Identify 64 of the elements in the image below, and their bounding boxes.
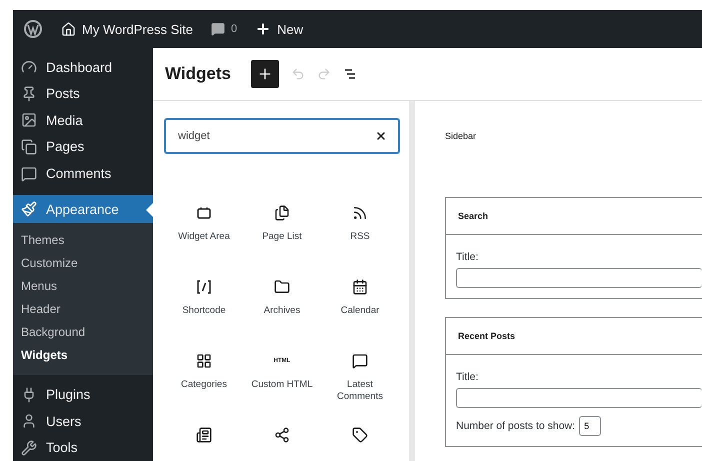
- block-icon: [352, 205, 368, 221]
- menu-item[interactable]: Media: [13, 107, 153, 134]
- comments-link[interactable]: 0: [211, 22, 238, 36]
- menu-icon: [21, 59, 37, 76]
- widget-header[interactable]: Recent Posts: [446, 318, 702, 355]
- new-link[interactable]: New: [255, 21, 304, 37]
- block-item[interactable]: Shortcode: [165, 279, 243, 335]
- menu-icon: [21, 201, 37, 218]
- field-label: Number of posts to show:: [456, 420, 576, 432]
- comment-icon: [211, 22, 226, 36]
- add-block-button[interactable]: [250, 60, 279, 88]
- menu-icon: [21, 86, 37, 102]
- block-icon: [196, 353, 212, 369]
- submenu-item[interactable]: Widgets: [13, 344, 153, 368]
- block-item[interactable]: RSS: [321, 205, 399, 261]
- plus-icon: [255, 21, 272, 37]
- widget-area-icon: [196, 205, 212, 221]
- block-item[interactable]: Categories: [165, 353, 243, 409]
- menu-item[interactable]: Comments: [13, 160, 153, 187]
- widget-area-title: Sidebar: [445, 131, 478, 141]
- block-icon: [196, 427, 212, 443]
- block-icon: [274, 279, 290, 295]
- block-item[interactable]: Archives: [243, 279, 321, 335]
- logo-icon[interactable]: [23, 19, 43, 39]
- menu-icon: [21, 440, 37, 456]
- block-search-input[interactable]: widget: [165, 119, 399, 153]
- menu-item[interactable]: Tools: [13, 434, 153, 461]
- menu-icon: [21, 138, 37, 155]
- menu-icon: [21, 166, 37, 182]
- title-field[interactable]: [456, 268, 702, 288]
- menu-item[interactable]: Posts: [13, 80, 153, 108]
- number-field[interactable]: 5: [579, 416, 602, 436]
- page-title: Widgets: [165, 64, 231, 84]
- menu-item[interactable]: Pages: [13, 134, 153, 160]
- plus-icon: [256, 66, 273, 82]
- shortcode-icon: [196, 279, 212, 295]
- widget-header[interactable]: Search: [446, 198, 702, 235]
- block-item[interactable]: Calendar: [321, 279, 399, 335]
- menu-item[interactable]: Users: [13, 408, 153, 434]
- submenu-item[interactable]: Header: [13, 298, 153, 322]
- menu-icon: [21, 112, 37, 128]
- list-view-button[interactable]: [342, 67, 357, 81]
- block-icon: [352, 353, 368, 369]
- menu-item[interactable]: Appearance: [13, 194, 153, 224]
- block-icon: [274, 205, 290, 221]
- field-label: Title:: [456, 371, 478, 383]
- block-icon: [274, 427, 290, 443]
- block-item[interactable]: Latest Comments: [321, 353, 399, 409]
- clear-button[interactable]: [375, 130, 387, 142]
- block-icon: [352, 427, 368, 443]
- home-icon: [61, 22, 76, 36]
- title-field[interactable]: [456, 388, 702, 408]
- site-link[interactable]: My WordPress Site: [61, 22, 194, 36]
- submenu-item[interactable]: Themes: [13, 229, 153, 252]
- menu-item[interactable]: Plugins: [13, 381, 153, 408]
- block-item[interactable]: Page List: [243, 205, 321, 261]
- block-icon: [352, 279, 368, 295]
- field-label: Title:: [456, 251, 478, 263]
- submenu-item[interactable]: Menus: [13, 275, 153, 298]
- menu-item[interactable]: Dashboard: [13, 54, 153, 81]
- submenu-item[interactable]: Customize: [13, 252, 153, 276]
- menu-icon: [21, 413, 37, 430]
- submenu-item[interactable]: Background: [13, 321, 153, 344]
- block-item[interactable]: Widget Area: [165, 205, 243, 261]
